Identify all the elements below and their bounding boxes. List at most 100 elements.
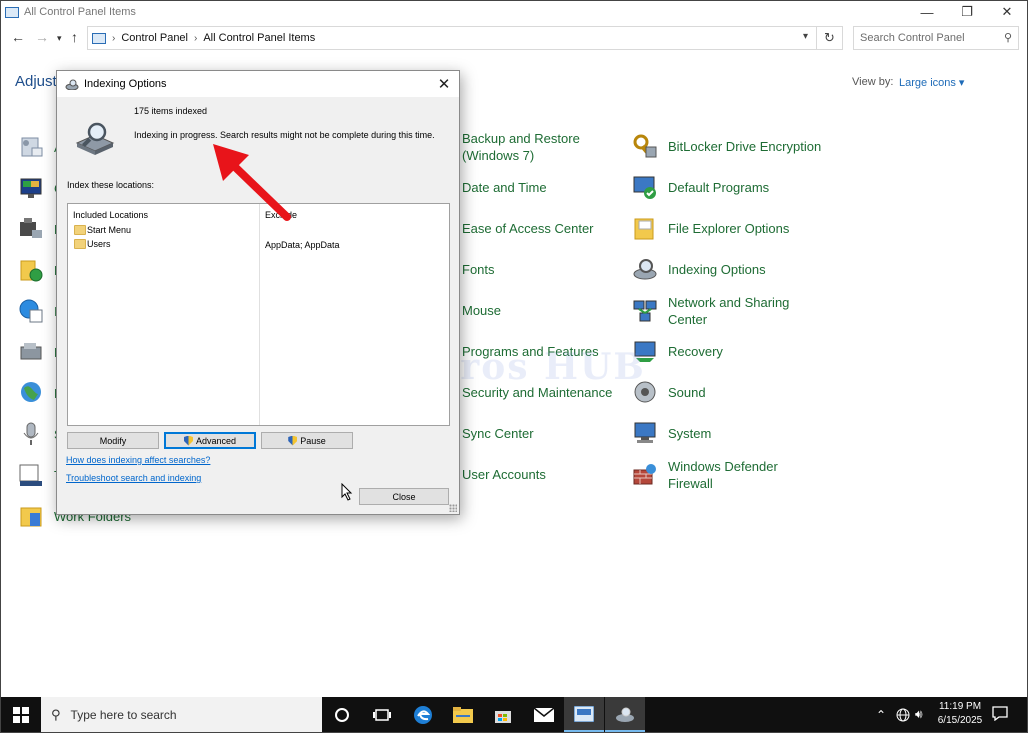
bitlocker-icon (632, 133, 658, 159)
indexing-options-taskbar-icon[interactable] (605, 697, 645, 732)
cp-item-mouse[interactable]: Mouse (462, 302, 501, 319)
modify-button[interactable]: Modify (67, 432, 159, 449)
window-titlebar[interactable]: All Control Panel Items — ❐ ✕ (1, 1, 1027, 23)
device-manager-icon (18, 216, 44, 242)
clock-time: 11:19 PM (938, 701, 982, 712)
internet-options-icon (18, 298, 44, 324)
control-panel-icon (5, 6, 19, 18)
how-indexing-affects-link[interactable]: How does indexing affect searches? (66, 455, 210, 465)
system-icon (632, 420, 658, 446)
location-row[interactable]: Users (74, 239, 111, 249)
minimize-button[interactable]: — (907, 1, 947, 23)
cortana-icon[interactable] (322, 697, 362, 732)
up-arrow-icon[interactable]: ↑ (71, 29, 78, 45)
indexing-options-dialog: Indexing Options ✕ 175 items indexed Ind… (56, 70, 460, 515)
cp-item-system[interactable]: System (632, 420, 711, 446)
annotation-arrow (213, 144, 291, 221)
taskbar-navigation-icon (18, 462, 44, 488)
uac-shield-icon (288, 435, 298, 446)
indexing-magnifier-icon (75, 122, 115, 155)
taskbar: ⚲ Type here to search ⌃ 🔊︎ 11:19 PM 6/15… (1, 697, 1027, 732)
edge-browser-icon[interactable] (403, 697, 443, 732)
locations-label: Index these locations: (67, 180, 155, 190)
recent-locations-chevron-icon[interactable]: ▾ (57, 33, 62, 44)
cp-item-file-explorer-options[interactable]: File Explorer Options (632, 215, 789, 241)
pause-button[interactable]: Pause (261, 432, 353, 449)
close-window-button[interactable]: ✕ (987, 1, 1027, 23)
indexing-icon (65, 79, 79, 90)
cp-item-backup-restore[interactable]: Backup and Restore (Windows 7) (462, 130, 580, 164)
file-explorer-icon[interactable] (443, 697, 483, 732)
folder-options-icon (632, 215, 658, 241)
search-icon[interactable]: ⚲ (1004, 31, 1012, 44)
control-panel-window: All Control Panel Items — ❐ ✕ ← → ▾ ↑ › … (0, 0, 1028, 733)
mail-icon[interactable] (524, 697, 564, 732)
window-title: All Control Panel Items (24, 6, 136, 18)
cp-item-ease-of-access[interactable]: Ease of Access Center (462, 220, 594, 237)
volume-icon[interactable]: 🔊︎ (915, 697, 923, 732)
clock[interactable]: 11:19 PM 6/15/2025 (936, 700, 984, 728)
clock-date: 6/15/2025 (937, 715, 983, 726)
network-globe-icon[interactable] (896, 697, 910, 732)
location-row[interactable]: Start Menu (74, 225, 131, 235)
view-by-label: View by: (852, 76, 894, 88)
locations-table[interactable]: Included Locations Exclude Start Menu Us… (67, 203, 450, 426)
refresh-icon[interactable]: ↻ (817, 26, 843, 50)
breadcrumb-all-items[interactable]: All Control Panel Items (203, 32, 315, 44)
task-view-icon[interactable] (362, 697, 402, 732)
work-folders-icon (18, 503, 44, 529)
start-button[interactable] (1, 697, 41, 732)
store-icon[interactable] (483, 697, 523, 732)
forward-arrow-icon[interactable]: → (35, 29, 49, 45)
back-arrow-icon[interactable]: ← (11, 29, 25, 45)
cp-item-network-sharing[interactable]: Network and Sharing Center (632, 294, 789, 328)
close-button[interactable]: Close (359, 488, 449, 505)
indexing-icon (632, 256, 658, 282)
phone-modem-icon (18, 339, 44, 365)
resize-grip[interactable] (449, 504, 457, 512)
folder-icon (74, 225, 86, 235)
cp-item-firewall[interactable]: Windows Defender Firewall (632, 458, 778, 492)
dialog-close-button[interactable]: ✕ (429, 71, 459, 97)
color-management-icon (18, 175, 44, 201)
column-header-included: Included Locations (73, 210, 149, 220)
file-history-icon (18, 257, 44, 283)
cp-item-indexing-options[interactable]: Indexing Options (632, 256, 766, 282)
cp-item-user-accounts[interactable]: User Accounts (462, 466, 546, 483)
restore-button[interactable]: ❐ (947, 1, 987, 23)
cp-item-date-time[interactable]: Date and Time (462, 179, 547, 196)
default-programs-icon (632, 174, 658, 200)
admin-tools-icon (18, 134, 44, 160)
window-controls: — ❐ ✕ (907, 1, 1027, 23)
windows-logo-icon (13, 706, 29, 723)
cp-item-sync-center[interactable]: Sync Center (462, 425, 534, 442)
advanced-button[interactable]: Advanced (164, 432, 256, 449)
breadcrumb-control-panel[interactable]: Control Panel (121, 32, 188, 44)
search-icon: ⚲ (51, 706, 61, 722)
region-icon (18, 380, 44, 406)
control-panel-icon (92, 32, 106, 44)
network-icon (632, 298, 658, 324)
cp-item-bitlocker[interactable]: BitLocker Drive Encryption (632, 133, 821, 159)
address-dropdown-icon[interactable]: ▾ (803, 31, 808, 42)
uac-shield-icon (183, 435, 193, 446)
search-input[interactable]: Search Control Panel ⚲ (853, 26, 1019, 50)
firewall-icon (632, 462, 658, 488)
location-exclude: AppData; AppData (265, 240, 340, 250)
dialog-titlebar[interactable]: Indexing Options ✕ (57, 71, 459, 97)
mouse-cursor-icon (341, 483, 353, 501)
action-center-icon[interactable] (991, 705, 1009, 721)
show-hidden-icons-icon[interactable]: ⌃ (876, 697, 886, 732)
address-bar[interactable]: › Control Panel › All Control Panel Item… (87, 26, 817, 50)
cp-item-internet-options[interactable]: I (18, 298, 58, 324)
items-indexed-count: 175 items indexed (134, 106, 208, 116)
view-by-dropdown[interactable]: Large icons ▾ (899, 76, 964, 89)
taskbar-search-input[interactable]: ⚲ Type here to search (41, 697, 322, 732)
troubleshoot-link[interactable]: Troubleshoot search and indexing (66, 473, 201, 483)
folder-icon (74, 239, 86, 249)
speech-recognition-icon (18, 421, 44, 447)
cp-item-fonts[interactable]: Fonts (462, 261, 495, 278)
dialog-title: Indexing Options (84, 78, 167, 90)
cp-item-default-programs[interactable]: Default Programs (632, 174, 769, 200)
control-panel-taskbar-icon[interactable] (564, 697, 604, 732)
